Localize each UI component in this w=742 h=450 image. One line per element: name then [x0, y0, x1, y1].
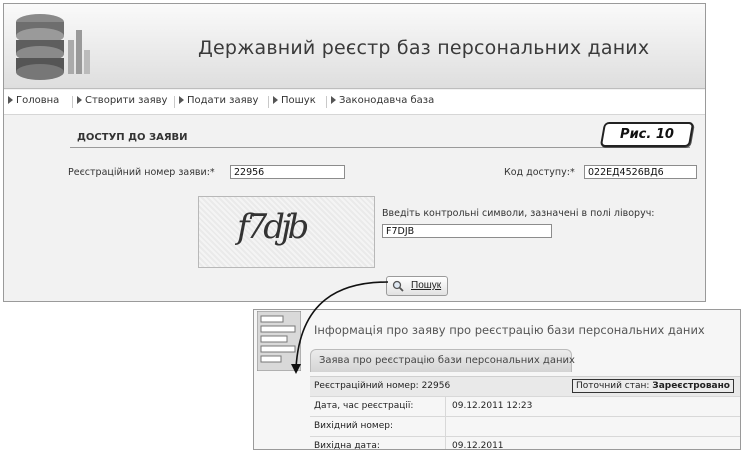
nav-item-create[interactable]: Створити заяву	[77, 95, 167, 106]
nav-item-home[interactable]: Головна	[8, 95, 59, 106]
table-row: Вихідна дата: 09.12.2011	[310, 437, 740, 449]
nav-separator	[326, 96, 327, 108]
magnifier-icon	[392, 280, 404, 292]
nav-item-search[interactable]: Пошук	[273, 95, 316, 106]
nav-item-legislation[interactable]: Законодавча база	[331, 95, 434, 106]
triangle-right-icon	[273, 96, 278, 104]
main-nav: Головна Створити заяву Подати заяву Пошу…	[4, 90, 705, 115]
nav-item-submit[interactable]: Подати заяву	[179, 95, 258, 106]
result-title: Інформація про заяву про реєстрацію бази…	[314, 323, 705, 337]
access-code-input[interactable]	[584, 165, 697, 179]
table-row: Реєстраційний номер: 22956 Поточний стан…	[310, 376, 740, 397]
nav-separator	[72, 96, 73, 108]
nav-separator	[174, 96, 175, 108]
captcha-image: f7djb	[198, 196, 375, 268]
section-divider	[70, 147, 690, 148]
captcha-input[interactable]	[382, 224, 552, 238]
triangle-right-icon	[8, 96, 13, 104]
database-stack-icon	[16, 14, 90, 80]
access-code-label: Код доступу:*	[504, 167, 575, 178]
result-screenshot: Інформація про заяву про реєстрацію бази…	[253, 309, 741, 450]
form-thumbnail-icon	[257, 311, 301, 371]
access-form-screenshot: Державний реєстр баз персональних даних …	[3, 3, 706, 302]
reg-number-text: Реєстраційний номер: 22956	[314, 381, 451, 391]
table-row: Вихідний номер:	[310, 417, 740, 437]
reg-number-label: Реєстраційний номер заяви:*	[68, 167, 215, 178]
site-title: Державний реєстр баз персональних даних	[198, 37, 650, 59]
result-table: Реєстраційний номер: 22956 Поточний стан…	[310, 376, 740, 449]
reg-number-input[interactable]	[230, 165, 345, 179]
site-header: Державний реєстр баз персональних даних	[4, 4, 705, 89]
tab-application[interactable]: Заява про реєстрацію бази персональних д…	[310, 349, 575, 372]
triangle-right-icon	[179, 96, 184, 104]
figure-label: Рис. 10	[599, 122, 695, 147]
nav-separator	[268, 96, 269, 108]
search-button[interactable]: Пошук	[386, 276, 448, 296]
table-row: Дата, час реєстрації: 09.12.2011 12:23	[310, 397, 740, 417]
section-title: ДОСТУП ДО ЗАЯВИ	[77, 132, 188, 143]
captcha-prompt: Введіть контрольні символи, зазначені в …	[382, 208, 655, 219]
status-badge: Поточний стан: Зареєстровано	[572, 379, 734, 393]
triangle-right-icon	[77, 96, 82, 104]
triangle-right-icon	[331, 96, 336, 104]
